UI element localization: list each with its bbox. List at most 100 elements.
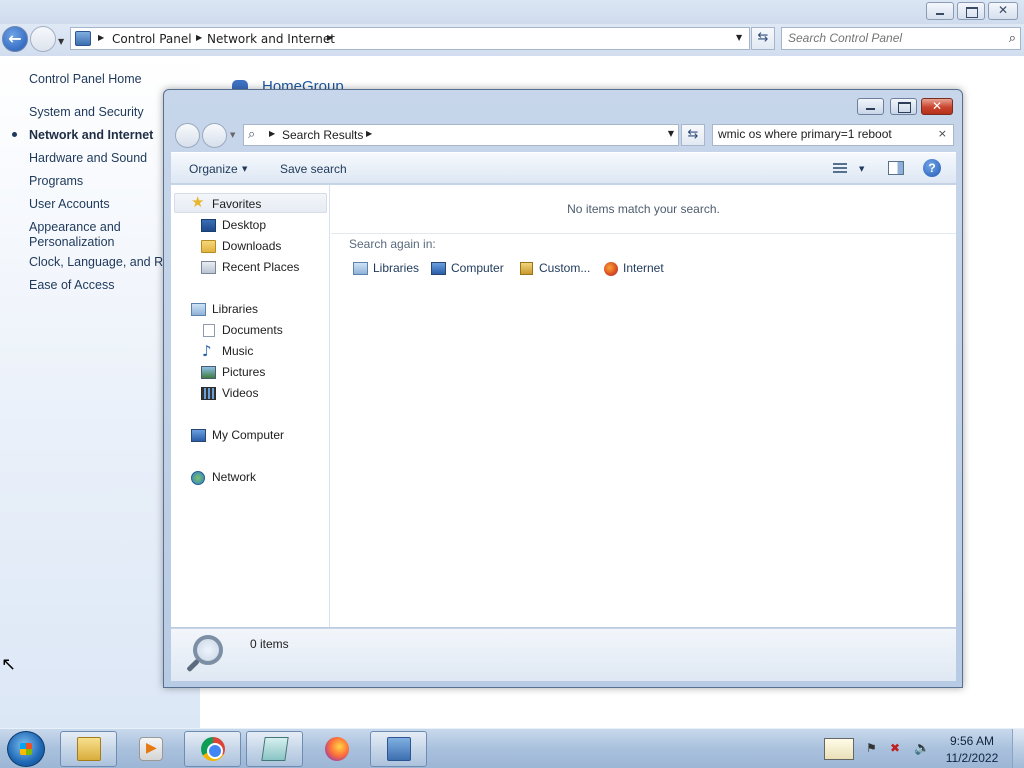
sidebar-item-appearance[interactable]: Appearance and (29, 220, 121, 234)
sidebar-item-clock-language-region[interactable]: Clock, Language, and Reg (29, 255, 177, 269)
nav-videos[interactable]: Videos (222, 386, 258, 400)
cp-address-bar[interactable]: ▶ Control Panel ▶ Network and Internet ▶… (70, 27, 750, 50)
minimize-button[interactable] (857, 98, 884, 115)
nav-recent-places[interactable]: Recent Places (222, 260, 299, 274)
breadcrumb-arrow-icon[interactable]: ▶ (327, 33, 333, 42)
show-desktop-button[interactable] (1012, 729, 1024, 768)
sidebar-item-network-and-internet[interactable]: Network and Internet (29, 128, 153, 142)
media-player-icon (139, 737, 163, 761)
nav-libraries[interactable]: Libraries (212, 302, 258, 316)
clock-time[interactable]: 9:56 AM (940, 734, 1004, 748)
help-icon[interactable]: ? (923, 159, 941, 177)
item-count: 0 items (250, 637, 289, 651)
windows-explorer-icon (77, 737, 101, 761)
navigation-pane: ★ Favorites Desktop Downloads Recent Pla… (171, 185, 330, 627)
command-bar: Organize ▼ Save search ▼ ? (171, 152, 956, 184)
search-again-label: Search again in: (349, 237, 436, 251)
sidebar-item-user-accounts[interactable]: User Accounts (29, 197, 110, 211)
start-button[interactable] (7, 731, 45, 767)
star-icon: ★ (191, 193, 205, 211)
chrome-icon (201, 737, 225, 761)
save-search-button[interactable]: Save search (280, 162, 347, 176)
address-dropdown-icon[interactable]: ▼ (736, 33, 742, 42)
search-results-icon: ⌕ (248, 127, 256, 142)
breadcrumb-search-results[interactable]: Search Results (282, 128, 363, 142)
organize-dropdown-icon[interactable]: ▼ (242, 165, 247, 173)
breadcrumb-network-and-internet[interactable]: Network and Internet (207, 32, 335, 46)
taskbar-windows-explorer[interactable] (60, 731, 117, 767)
sidebar-item-system-and-security[interactable]: System and Security (29, 105, 144, 119)
firefox-icon (325, 737, 349, 761)
cp-refresh-button[interactable]: ⇆ (751, 27, 775, 50)
cp-forward-button[interactable] (30, 26, 56, 52)
close-button[interactable]: ✕ (921, 98, 953, 115)
refresh-button[interactable]: ⇆ (681, 124, 705, 146)
preview-pane-icon[interactable] (888, 161, 904, 175)
taskbar-media-player[interactable] (122, 731, 179, 767)
cp-back-button[interactable]: ← (2, 26, 28, 52)
breadcrumb-arrow-icon[interactable]: ▶ (98, 33, 104, 42)
cp-search-input[interactable] (788, 31, 993, 45)
address-dropdown-icon[interactable]: ▼ (668, 129, 674, 138)
nav-desktop[interactable]: Desktop (222, 218, 266, 232)
sidebar-item-ease-of-access[interactable]: Ease of Access (29, 278, 114, 292)
recent-places-icon (201, 261, 216, 274)
no-results-message: No items match your search. (567, 202, 720, 216)
back-button[interactable] (175, 123, 200, 148)
nav-network[interactable]: Network (212, 470, 256, 484)
search-again-internet[interactable]: Internet (623, 261, 664, 275)
taskbar-chrome[interactable] (184, 731, 241, 767)
control-panel-icon (387, 737, 411, 761)
search-box[interactable]: × (712, 124, 954, 146)
cp-maximize-button[interactable] (957, 2, 985, 20)
sidebar-item-programs[interactable]: Programs (29, 174, 83, 188)
forward-button[interactable] (202, 123, 227, 148)
nav-favorites[interactable]: Favorites (212, 197, 261, 211)
search-icon[interactable]: ⌕ (1009, 31, 1016, 46)
breadcrumb-arrow-icon[interactable]: ▶ (196, 33, 202, 42)
clear-search-icon[interactable]: × (938, 127, 947, 140)
computer-icon (191, 429, 206, 442)
search-again-custom[interactable]: Custom... (539, 261, 590, 275)
breadcrumb-arrow-icon[interactable]: ▶ (366, 129, 372, 138)
action-center-flag-icon[interactable]: ⚑ (866, 741, 880, 755)
network-status-icon[interactable]: ✖ (890, 741, 904, 755)
videos-icon (201, 387, 216, 400)
change-view-icon[interactable] (833, 161, 847, 175)
cp-history-dropdown-icon[interactable]: ▼ (58, 37, 64, 46)
nav-my-computer[interactable]: My Computer (212, 428, 284, 442)
cp-search-box[interactable]: ⌕ (781, 27, 1021, 50)
search-again-libraries[interactable]: Libraries (373, 261, 419, 275)
maximize-button[interactable] (890, 98, 917, 115)
search-input[interactable] (718, 127, 930, 141)
nav-documents[interactable]: Documents (222, 323, 283, 337)
music-icon: ♪ (202, 342, 212, 360)
recent-pages-dropdown-icon[interactable]: ▼ (230, 131, 235, 139)
clock-date[interactable]: 11/2/2022 (940, 751, 1004, 765)
taskbar-notepad[interactable] (246, 731, 303, 767)
nav-downloads[interactable]: Downloads (222, 239, 281, 253)
breadcrumb-control-panel[interactable]: Control Panel (112, 32, 192, 46)
sidebar-item-hardware-and-sound[interactable]: Hardware and Sound (29, 151, 147, 165)
organize-button[interactable]: Organize (189, 162, 238, 176)
taskbar-control-panel[interactable] (370, 731, 427, 767)
cp-navigation-bar: ← ▼ ▶ Control Panel ▶ Network and Intern… (0, 24, 1024, 56)
volume-icon[interactable]: 🔈 (914, 741, 930, 756)
search-again-computer[interactable]: Computer (451, 261, 504, 275)
taskbar-firefox[interactable] (308, 731, 365, 767)
breadcrumb-arrow-icon[interactable]: ▶ (269, 129, 275, 138)
notepad-icon (261, 737, 289, 761)
network-icon (191, 471, 205, 485)
active-bullet-icon (12, 132, 17, 137)
sidebar-item-personalization[interactable]: Personalization (29, 235, 114, 249)
view-options-dropdown-icon[interactable]: ▼ (859, 165, 864, 173)
cp-home-link[interactable]: Control Panel Home (29, 72, 142, 86)
cp-minimize-button[interactable] (926, 2, 954, 20)
tablet-input-icon[interactable] (824, 738, 854, 760)
control-panel-icon (75, 31, 91, 46)
nav-pictures[interactable]: Pictures (222, 365, 265, 379)
address-bar[interactable]: ⌕ ▶ Search Results ▶ ▼ (243, 124, 679, 146)
cp-close-button[interactable]: ✕ (988, 2, 1018, 20)
documents-icon (203, 324, 215, 337)
nav-music[interactable]: Music (222, 344, 253, 358)
